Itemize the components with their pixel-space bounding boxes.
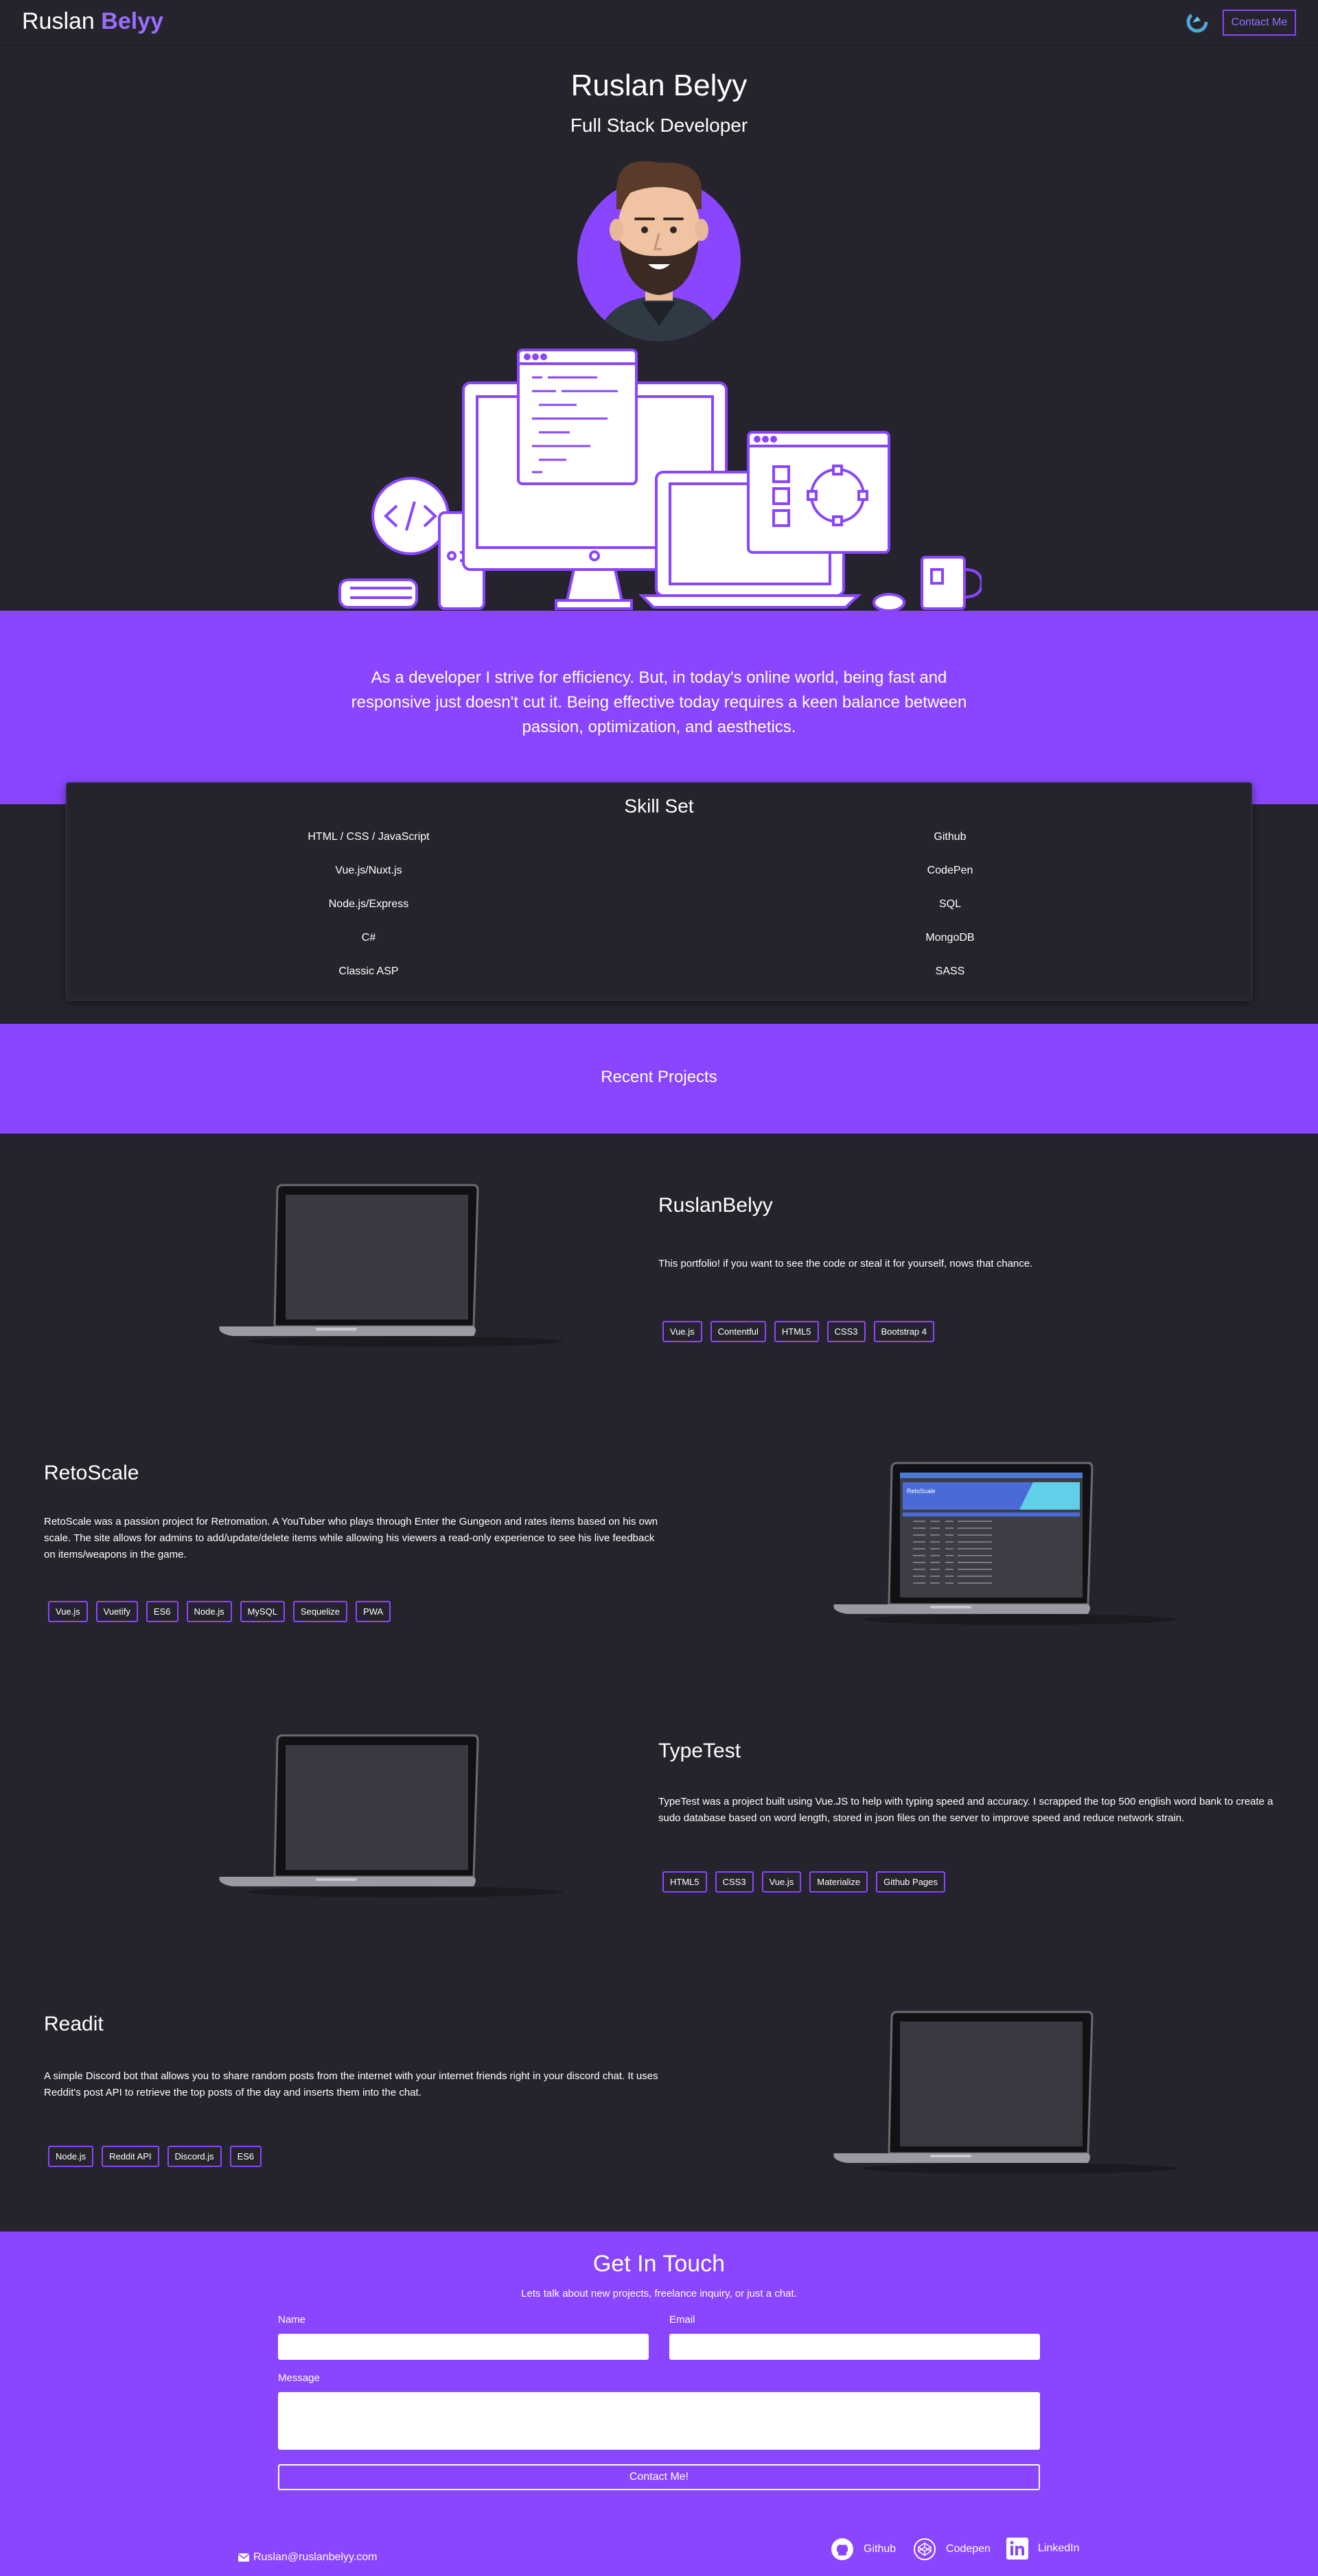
tech-tag: Vue.js (761, 1871, 802, 1893)
github-icon (831, 2538, 853, 2560)
tech-tag: HTML5 (774, 1321, 819, 1342)
message-label: Message (278, 2372, 320, 2384)
project-tags: Vue.js Contentful HTML5 CSS3 Bootstrap 4 (662, 1321, 935, 1342)
message-textarea[interactable] (278, 2392, 1040, 2450)
project-tags: Vue.js Vuetify ES6 Node.js MySQL Sequeli… (48, 1601, 391, 1622)
tech-tag: Vue.js (48, 1601, 88, 1622)
screen-title: RetoScale (907, 1488, 936, 1495)
email-link[interactable]: Ruslan@ruslanbelyy.com (238, 2551, 377, 2564)
skill-item: Github (934, 831, 967, 843)
project-description: RetoScale was a passion project for Retr… (44, 1516, 658, 1560)
project-tags: Node.js Reddit API Discord.js ES6 (48, 2146, 262, 2167)
tech-tag: Node.js (186, 1601, 232, 1622)
project-laptop-image[interactable] (213, 1734, 570, 1912)
linkedin-icon (1006, 2538, 1028, 2560)
contact-me-button[interactable]: Contact Me (1223, 10, 1296, 36)
tech-tag: ES6 (229, 2146, 262, 2167)
tech-tag: CSS3 (715, 1871, 754, 1893)
recent-projects-header: Recent Projects (0, 1024, 1318, 1134)
project-title: Readit (44, 2013, 104, 2035)
name-input[interactable] (278, 2334, 649, 2360)
hero-name: Ruslan Belyy (570, 69, 748, 102)
skill-item: SASS (935, 965, 965, 977)
project-tags: HTML5 CSS3 Vue.js Materialize Github Pag… (662, 1871, 945, 1893)
top-navbar: Ruslan Belyy Contact Me (0, 0, 1318, 45)
tech-tag: Discord.js (167, 2146, 222, 2167)
email-label: Email (669, 2314, 695, 2326)
project-title: RetoScale (44, 1462, 139, 1484)
codepen-icon (914, 2538, 936, 2560)
skill-item: Classic ASP (338, 965, 399, 977)
github-label: Github (864, 2543, 897, 2555)
skill-item: Node.js/Express (328, 898, 409, 910)
skill-item: HTML / CSS / JavaScript (308, 831, 430, 843)
intro-section: As a developer I strive for efficiency. … (0, 611, 1318, 804)
contact-title: Get In Touch (592, 2251, 726, 2277)
tech-tag: Materialize (809, 1871, 868, 1893)
tech-tag: HTML5 (662, 1871, 707, 1893)
contact-subtitle: Lets talk about new projects, freelance … (521, 2288, 797, 2299)
project-laptop-image[interactable] (827, 2011, 1184, 2189)
project-title: TypeTest (658, 1740, 741, 1762)
tech-tag: Sequelize (292, 1601, 348, 1622)
contact-section: Get In Touch Lets talk about new project… (0, 2232, 1318, 2576)
skill-item: CodePen (927, 865, 973, 876)
tech-tag: Github Pages (876, 1871, 945, 1893)
project-laptop-image[interactable]: RetoScale (827, 1462, 1184, 1640)
tech-tag: CSS3 (826, 1321, 866, 1342)
tech-tag: Bootstrap 4 (873, 1321, 935, 1342)
contact-submit-button[interactable]: Contact Me! (278, 2464, 1040, 2490)
project-description: This portfolio! if you want to see the c… (658, 1258, 1033, 1269)
skill-set-card: Skill Set HTML / CSS / JavaScript Vue.js… (66, 782, 1252, 1000)
tech-tag: ES6 (146, 1601, 178, 1622)
project-title: RuslanBelyy (658, 1194, 773, 1217)
codepen-label: Codepen (946, 2543, 991, 2555)
linkedin-link[interactable]: LinkedIn (1006, 2538, 1080, 2560)
name-label: Name (278, 2314, 306, 2326)
tech-tag: Contentful (710, 1321, 766, 1342)
tech-tag: Reddit API (102, 2146, 159, 2167)
codepen-link[interactable]: Codepen (913, 2538, 991, 2561)
tech-tag: PWA (356, 1601, 391, 1622)
project-description: TypeTest was a project built using Vue.J… (658, 1796, 1273, 1824)
skill-item: Vue.js/Nuxt.js (335, 865, 402, 876)
hero-role: Full Stack Developer (570, 115, 748, 136)
project-description: A simple Discord bot that allows you to … (44, 2070, 658, 2098)
email-input[interactable] (669, 2334, 1040, 2360)
skill-set-title: Skill Set (624, 795, 694, 817)
brand-logo[interactable]: Ruslan Belyy (22, 8, 163, 35)
project-laptop-image[interactable] (213, 1184, 570, 1362)
intro-text: As a developer I strive for efficiency. … (351, 668, 967, 736)
workspace-illustration (338, 349, 982, 611)
skill-item: SQL (938, 898, 961, 910)
tech-tag: Vuetify (95, 1601, 138, 1622)
tech-tag: Node.js (48, 2146, 94, 2167)
brand-last-name: Belyy (101, 8, 164, 34)
recent-projects-title: Recent Projects (601, 1068, 717, 1086)
tech-tag: MySQL (240, 1601, 285, 1622)
skill-item: C# (361, 932, 376, 944)
envelope-icon (238, 2553, 249, 2562)
linkedin-label: LinkedIn (1038, 2542, 1080, 2554)
avatar-illustration (577, 161, 741, 341)
github-link[interactable]: Github (831, 2538, 896, 2561)
brand-first-name: Ruslan (22, 8, 95, 34)
email-address: Ruslan@ruslanbelyy.com (253, 2551, 378, 2563)
tech-tag: Vue.js (662, 1321, 702, 1342)
vuetify-logo-icon[interactable] (1186, 10, 1209, 34)
skill-item: MongoDB (925, 932, 975, 944)
